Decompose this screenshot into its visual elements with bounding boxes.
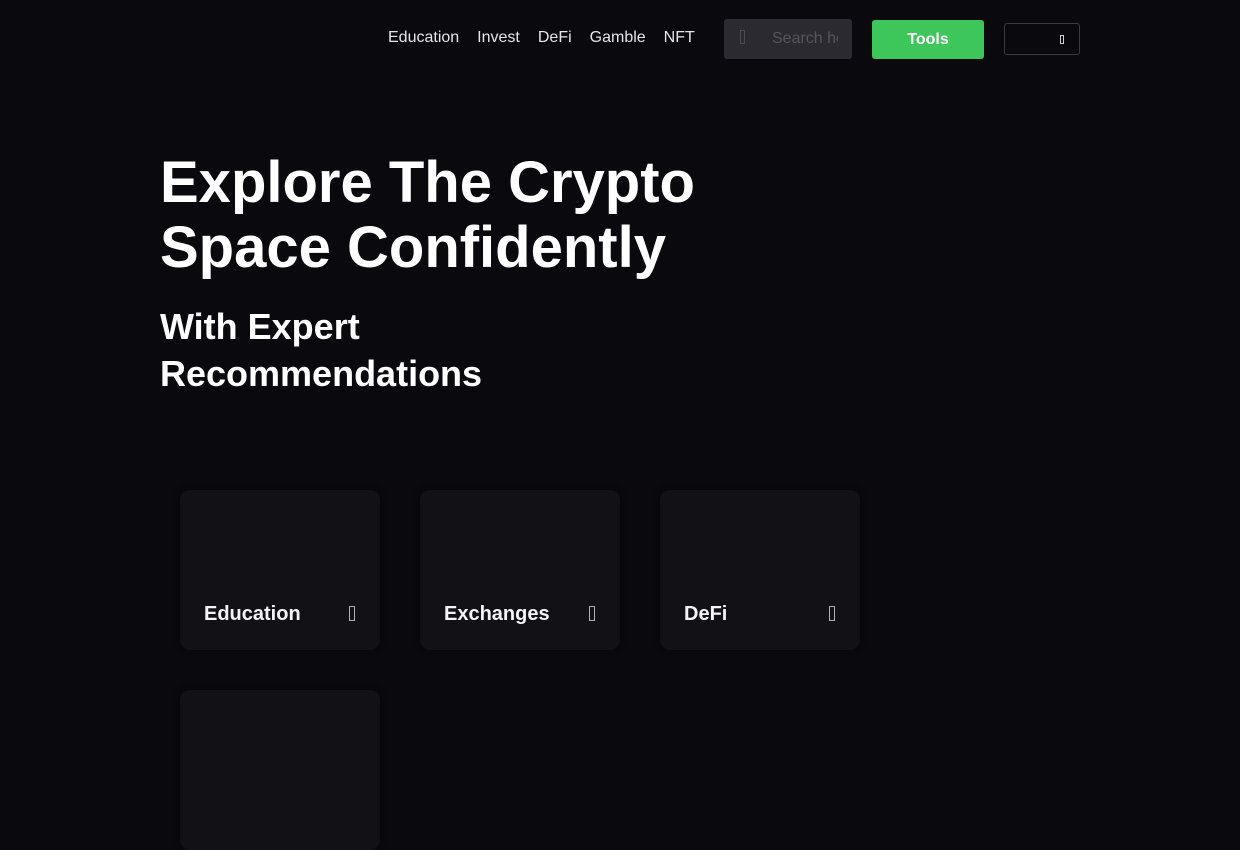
arrow-right-icon <box>829 606 835 621</box>
nav-link-defi[interactable]: DeFi <box>529 28 581 48</box>
search-icon <box>740 30 745 44</box>
menu-dropdown-button[interactable] <box>1004 23 1080 55</box>
card-label: DeFi <box>684 603 728 625</box>
top-nav: Education Invest DeFi Gamble NFT Tools <box>0 0 1240 78</box>
category-card-defi[interactable]: DeFi <box>660 490 860 650</box>
nav-link-invest[interactable]: Invest <box>468 28 529 48</box>
category-card-education[interactable]: Education <box>180 490 380 650</box>
category-card-exchanges[interactable]: Exchanges <box>420 490 620 650</box>
search-box[interactable] <box>724 19 852 59</box>
card-label: Exchanges <box>444 603 550 625</box>
arrow-right-icon <box>589 606 595 621</box>
hero-title: Explore The Crypto Space Confidently <box>160 150 695 280</box>
card-label: Education <box>204 603 301 625</box>
arrow-right-icon <box>349 606 355 621</box>
nav-link-gamble[interactable]: Gamble <box>581 28 655 48</box>
search-input[interactable] <box>772 19 838 59</box>
category-card[interactable] <box>180 690 380 850</box>
hero-subtitle: With Expert Recommendations <box>160 306 483 394</box>
nav-links: Education Invest DeFi Gamble NFT <box>379 28 704 48</box>
tools-button[interactable]: Tools <box>872 20 984 59</box>
nav-link-nft[interactable]: NFT <box>655 28 704 48</box>
chevron-down-icon <box>1060 35 1064 44</box>
nav-link-education[interactable]: Education <box>379 28 468 48</box>
